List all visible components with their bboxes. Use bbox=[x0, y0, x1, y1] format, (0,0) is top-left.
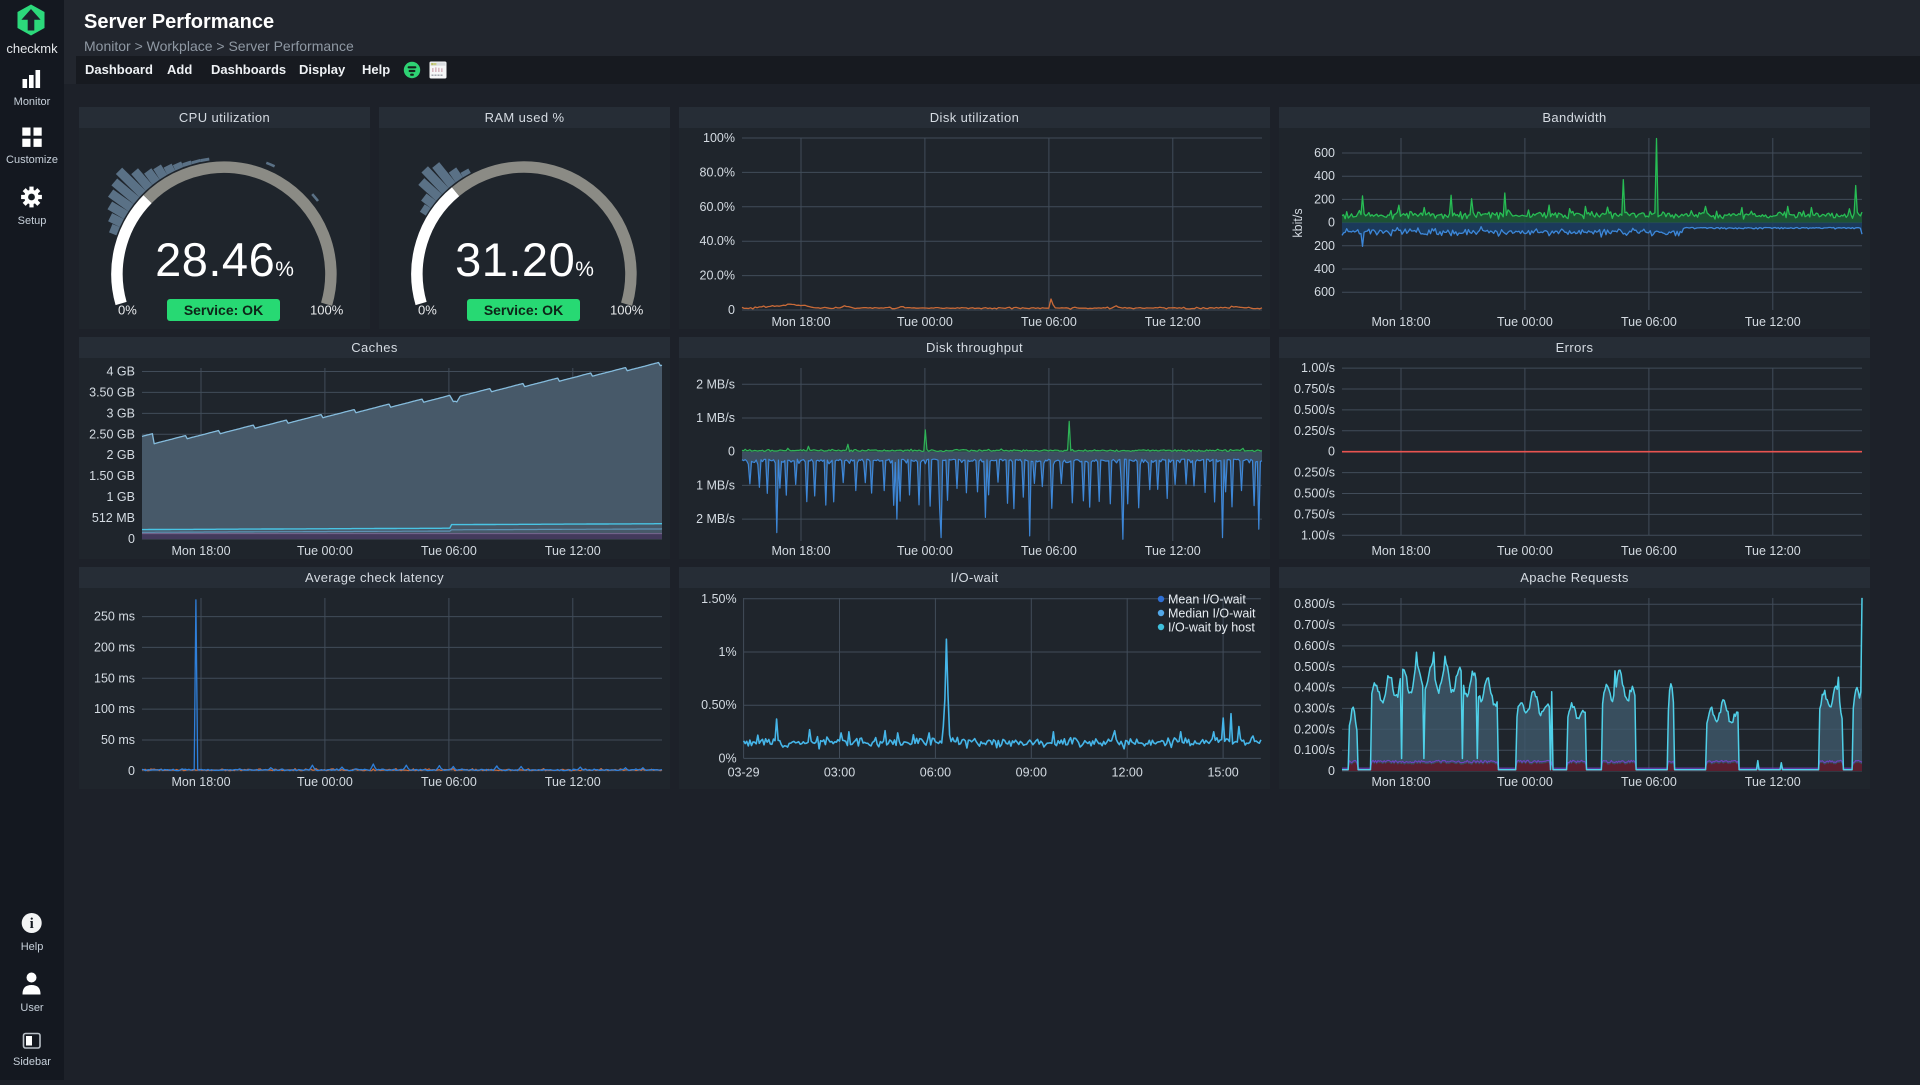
svg-text:06:00: 06:00 bbox=[920, 766, 951, 780]
svg-text:1.00/s: 1.00/s bbox=[1301, 361, 1335, 375]
svg-text:Tue 06:00: Tue 06:00 bbox=[421, 544, 477, 558]
svg-text:0: 0 bbox=[728, 445, 735, 459]
svg-text:40.0%: 40.0% bbox=[700, 234, 735, 248]
svg-text:2 MB/s: 2 MB/s bbox=[696, 377, 735, 391]
svg-text:0.800/s: 0.800/s bbox=[1294, 597, 1335, 611]
svg-text:0.750/s: 0.750/s bbox=[1294, 507, 1335, 521]
svg-text:0.400/s: 0.400/s bbox=[1294, 681, 1335, 695]
svg-text:0: 0 bbox=[128, 532, 135, 546]
svg-text:512 MB: 512 MB bbox=[92, 511, 135, 525]
svg-text:Tue 06:00: Tue 06:00 bbox=[421, 775, 477, 789]
svg-text:Tue 06:00: Tue 06:00 bbox=[1621, 544, 1677, 558]
svg-text:03:00: 03:00 bbox=[824, 766, 855, 780]
svg-text:0.50%: 0.50% bbox=[701, 698, 736, 712]
svg-text:Mon 18:00: Mon 18:00 bbox=[771, 544, 830, 558]
svg-text:400: 400 bbox=[1314, 262, 1335, 276]
svg-text:100 ms: 100 ms bbox=[94, 702, 135, 716]
svg-text:Tue 06:00: Tue 06:00 bbox=[1021, 315, 1077, 329]
svg-text:4 GB: 4 GB bbox=[107, 365, 136, 379]
svg-text:Mean I/O-wait: Mean I/O-wait bbox=[1168, 593, 1246, 607]
svg-text:Tue 00:00: Tue 00:00 bbox=[1497, 544, 1553, 558]
svg-text:1.50%: 1.50% bbox=[701, 592, 736, 606]
svg-text:0.100/s: 0.100/s bbox=[1294, 743, 1335, 757]
svg-text:Mon 18:00: Mon 18:00 bbox=[771, 315, 830, 329]
svg-text:0.500/s: 0.500/s bbox=[1294, 660, 1335, 674]
svg-text:0: 0 bbox=[128, 764, 135, 778]
svg-text:i: i bbox=[30, 916, 34, 932]
svg-text:Tue 00:00: Tue 00:00 bbox=[1497, 775, 1553, 789]
svg-text:1.00/s: 1.00/s bbox=[1301, 528, 1335, 542]
svg-text:0.250/s: 0.250/s bbox=[1294, 424, 1335, 438]
svg-text:03-29: 03-29 bbox=[728, 766, 760, 780]
svg-text:2.50 GB: 2.50 GB bbox=[89, 427, 135, 441]
svg-text:0%: 0% bbox=[719, 751, 737, 765]
svg-text:Tue 12:00: Tue 12:00 bbox=[545, 544, 601, 558]
svg-text:Tue 00:00: Tue 00:00 bbox=[297, 544, 353, 558]
svg-text:1 GB: 1 GB bbox=[107, 490, 136, 504]
svg-text:Tue 06:00: Tue 06:00 bbox=[1021, 544, 1077, 558]
svg-text:100%: 100% bbox=[310, 303, 344, 318]
svg-text:Tue 12:00: Tue 12:00 bbox=[1745, 775, 1801, 789]
svg-text:Tue 12:00: Tue 12:00 bbox=[1745, 544, 1801, 558]
svg-text:15:00: 15:00 bbox=[1207, 766, 1238, 780]
svg-text:Tue 12:00: Tue 12:00 bbox=[545, 775, 601, 789]
svg-text:Tue 12:00: Tue 12:00 bbox=[1145, 544, 1201, 558]
svg-text:Median I/O-wait: Median I/O-wait bbox=[1168, 607, 1256, 621]
svg-text:Tue 06:00: Tue 06:00 bbox=[1621, 775, 1677, 789]
svg-text:Mon 18:00: Mon 18:00 bbox=[1371, 315, 1430, 329]
svg-text:1%: 1% bbox=[719, 645, 737, 659]
svg-text:0.300/s: 0.300/s bbox=[1294, 701, 1335, 715]
svg-text:0: 0 bbox=[1328, 216, 1335, 230]
svg-text:60.0%: 60.0% bbox=[700, 200, 735, 214]
svg-text:3.50 GB: 3.50 GB bbox=[89, 385, 135, 399]
svg-text:2 MB/s: 2 MB/s bbox=[696, 512, 735, 526]
svg-text:3 GB: 3 GB bbox=[107, 406, 136, 420]
svg-text:2 GB: 2 GB bbox=[107, 448, 136, 462]
svg-text:0.750/s: 0.750/s bbox=[1294, 382, 1335, 396]
svg-text:100%: 100% bbox=[703, 131, 735, 145]
svg-text:0%: 0% bbox=[118, 303, 137, 318]
svg-text:200: 200 bbox=[1314, 192, 1335, 206]
svg-text:200 ms: 200 ms bbox=[94, 640, 135, 654]
svg-text:0.200/s: 0.200/s bbox=[1294, 722, 1335, 736]
svg-text:Tue 12:00: Tue 12:00 bbox=[1745, 315, 1801, 329]
svg-text:Tue 00:00: Tue 00:00 bbox=[297, 775, 353, 789]
svg-text:Mon 18:00: Mon 18:00 bbox=[1371, 775, 1430, 789]
svg-text:20.0%: 20.0% bbox=[700, 269, 735, 283]
svg-text:400: 400 bbox=[1314, 169, 1335, 183]
svg-text:0.500/s: 0.500/s bbox=[1294, 403, 1335, 417]
svg-text:Tue 00:00: Tue 00:00 bbox=[1497, 315, 1553, 329]
svg-text:150 ms: 150 ms bbox=[94, 671, 135, 685]
svg-text:1.50 GB: 1.50 GB bbox=[89, 469, 135, 483]
svg-text:12:00: 12:00 bbox=[1112, 766, 1143, 780]
svg-text:kbit/s: kbit/s bbox=[1291, 208, 1305, 237]
svg-text:Mon 18:00: Mon 18:00 bbox=[171, 544, 230, 558]
svg-text:0: 0 bbox=[1328, 445, 1335, 459]
svg-text:200: 200 bbox=[1314, 239, 1335, 253]
svg-text:1 MB/s: 1 MB/s bbox=[696, 411, 735, 425]
svg-text:09:00: 09:00 bbox=[1016, 766, 1047, 780]
svg-text:I/O-wait by host: I/O-wait by host bbox=[1168, 621, 1255, 635]
svg-text:50 ms: 50 ms bbox=[101, 733, 135, 747]
svg-text:Tue 06:00: Tue 06:00 bbox=[1621, 315, 1677, 329]
svg-text:600: 600 bbox=[1314, 146, 1335, 160]
svg-text:Mon 18:00: Mon 18:00 bbox=[1371, 544, 1430, 558]
svg-text:80.0%: 80.0% bbox=[700, 165, 735, 179]
svg-text:0.250/s: 0.250/s bbox=[1294, 466, 1335, 480]
svg-text:1 MB/s: 1 MB/s bbox=[696, 478, 735, 492]
svg-text:0%: 0% bbox=[418, 303, 437, 318]
svg-text:100%: 100% bbox=[610, 303, 644, 318]
svg-text:Tue 00:00: Tue 00:00 bbox=[897, 544, 953, 558]
svg-text:250 ms: 250 ms bbox=[94, 610, 135, 624]
svg-text:0: 0 bbox=[728, 303, 735, 317]
svg-text:Mon 18:00: Mon 18:00 bbox=[171, 775, 230, 789]
svg-text:600: 600 bbox=[1314, 285, 1335, 299]
svg-text:Tue 00:00: Tue 00:00 bbox=[897, 315, 953, 329]
svg-text:0.600/s: 0.600/s bbox=[1294, 639, 1335, 653]
svg-text:Tue 12:00: Tue 12:00 bbox=[1145, 315, 1201, 329]
svg-text:0: 0 bbox=[1328, 764, 1335, 778]
svg-text:0.700/s: 0.700/s bbox=[1294, 618, 1335, 632]
svg-text:0.500/s: 0.500/s bbox=[1294, 487, 1335, 501]
